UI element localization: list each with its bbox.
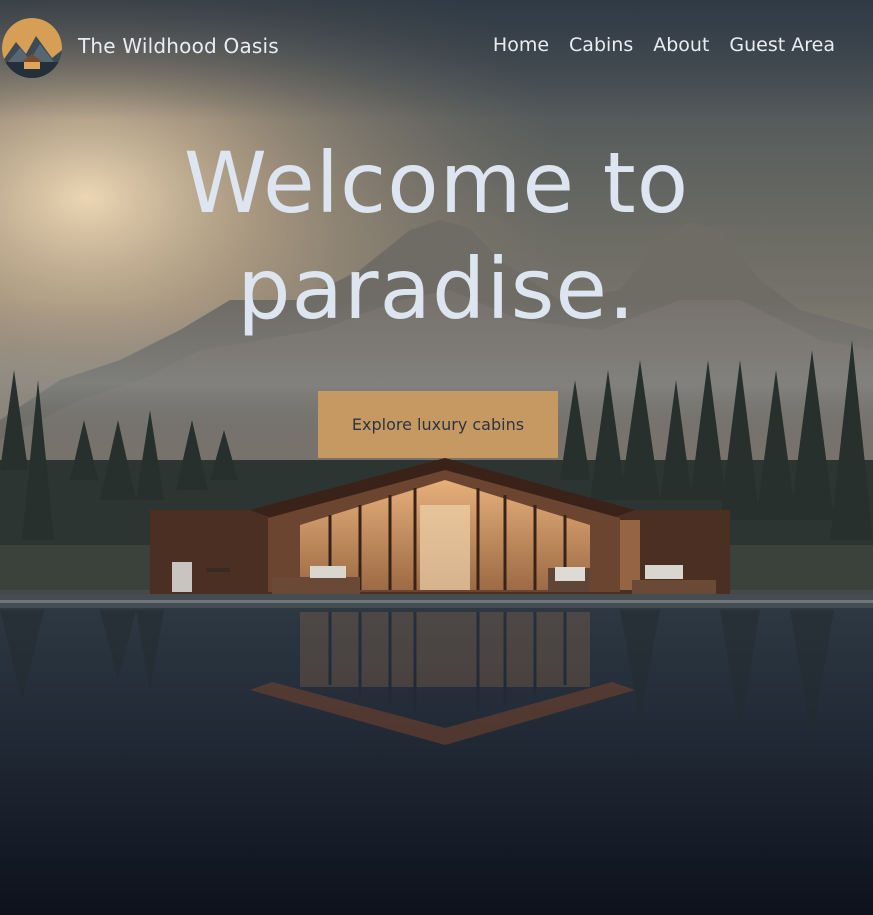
cabin-mountain-logo-icon[interactable] bbox=[2, 18, 62, 78]
main-nav: Home Cabins About Guest Area bbox=[493, 34, 835, 56]
nav-link-guest-area[interactable]: Guest Area bbox=[729, 34, 835, 56]
nav-link-home[interactable]: Home bbox=[493, 34, 549, 56]
nav-link-about[interactable]: About bbox=[653, 34, 709, 56]
hero-title-line-2: paradise. bbox=[237, 240, 636, 338]
brand-name[interactable]: The Wildhood Oasis bbox=[78, 34, 279, 58]
explore-cabins-button[interactable]: Explore luxury cabins bbox=[318, 391, 558, 458]
hero-title-line-1: Welcome to bbox=[183, 134, 690, 232]
hero-title: Welcome to paradise. bbox=[0, 130, 873, 342]
site-header: The Wildhood Oasis Home Cabins About Gue… bbox=[0, 0, 873, 96]
nav-link-cabins[interactable]: Cabins bbox=[569, 34, 633, 56]
